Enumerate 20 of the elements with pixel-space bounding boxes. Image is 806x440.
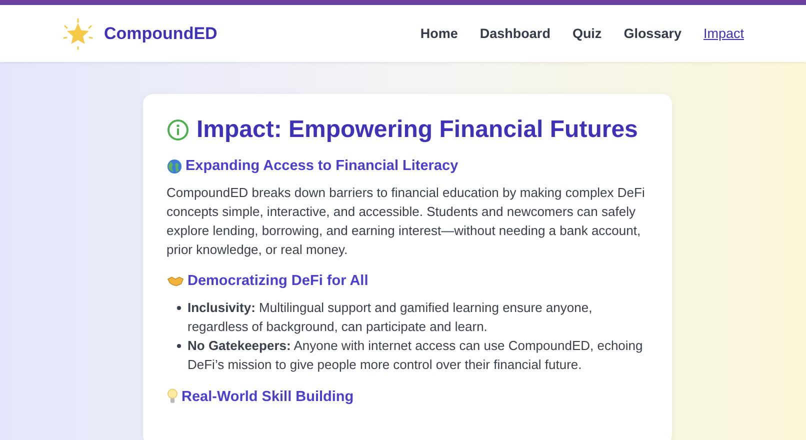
section-heading: Democratizing DeFi for All [188,273,368,289]
list-item-text: No Gatekeepers: Anyone with internet access can use CompoundED, echoing DeFi’s mission to give people more control over their financial future. [188,337,644,374]
star-icon [62,18,94,50]
nav-link[interactable]: Dashboard [480,26,550,41]
paragraph: CompoundED breaks down barriers to financial education by making complex DeFi concepts simple, interactive, and accessible. Students and newcomers can safely explore lending, borrowing, and earning interest—without needing a bank account, prior knowledge, or real money. [166,184,646,259]
nav-link[interactable]: Impact [703,26,744,41]
lightbulb-icon [166,388,178,405]
page-title: Impact: Empowering Financial Futures [196,116,638,144]
list-item-text: Inclusivity: Multilingual support and gamified learning ensure anyone, regardless of background, can participate and learn. [188,299,594,336]
bullet-dot [176,306,180,310]
brand-name: CompoundED [104,24,218,44]
globe-icon [166,158,182,174]
nav-link[interactable]: Home [420,26,458,41]
info-icon [166,119,188,141]
section-heading: Expanding Access to Financial Literacy [186,158,458,174]
nav-link[interactable]: Glossary [624,26,682,41]
section-heading: Real-World Skill Building [182,388,354,404]
nav-link[interactable]: Quiz [572,26,602,41]
handshake-icon [166,275,184,287]
bullet-dot [176,344,180,348]
